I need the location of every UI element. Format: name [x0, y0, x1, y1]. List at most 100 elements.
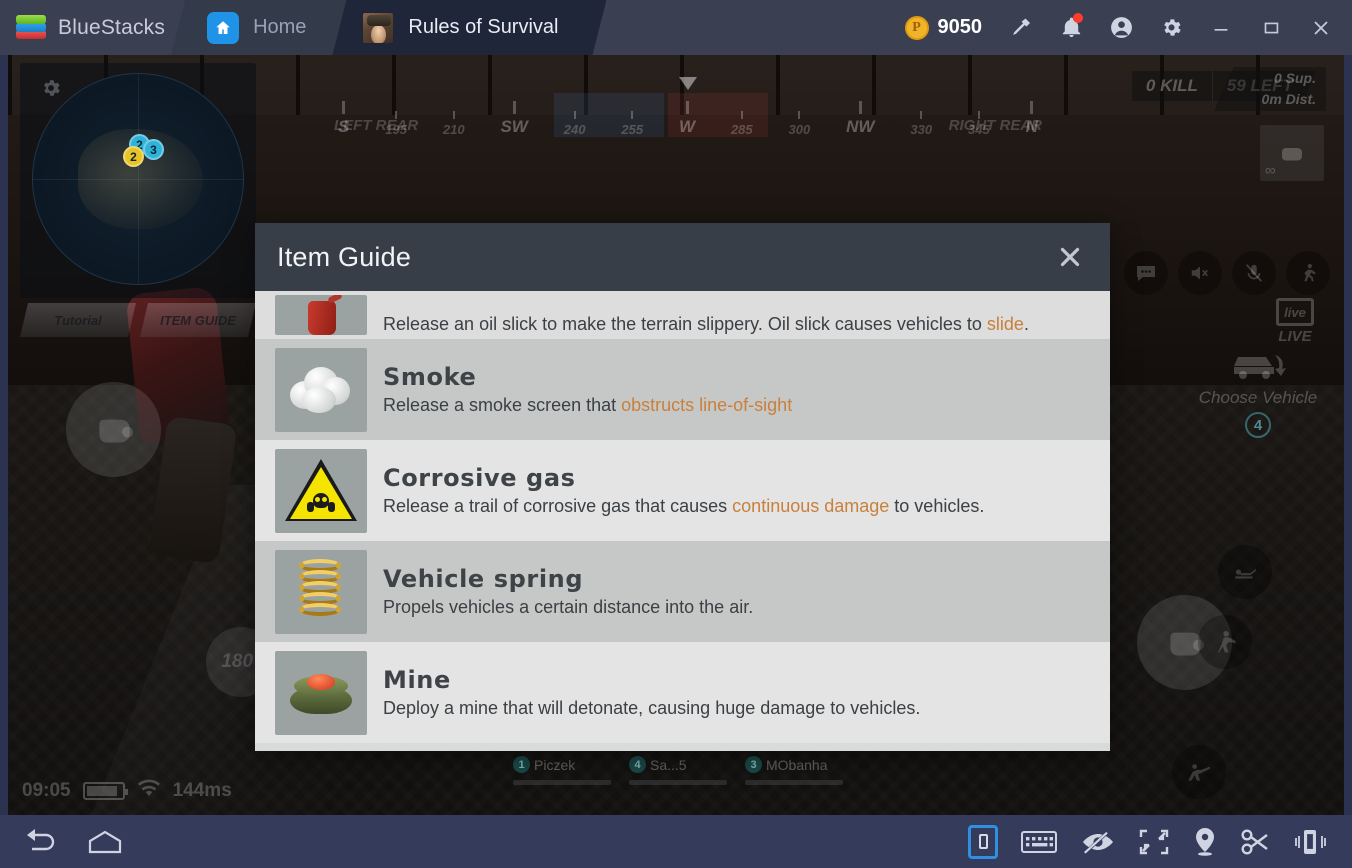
notification-badge [1073, 13, 1083, 23]
location-icon[interactable] [1192, 827, 1218, 857]
crouch-icon[interactable] [1198, 615, 1252, 669]
prone-icon[interactable] [1218, 545, 1272, 599]
tools-icon[interactable] [996, 0, 1046, 55]
coin-balance[interactable]: P 9050 [904, 15, 982, 40]
hud-social-controls[interactable] [1124, 251, 1330, 295]
minimize-button[interactable] [1196, 0, 1246, 55]
compass-ticks: S 195 210 SW 240 255 W 285 300 NW 330 345 N [338, 93, 1038, 137]
list-item-description: Release an oil slick to make the terrain… [383, 314, 1029, 334]
live-stream-badge[interactable]: live LIVE [1276, 298, 1314, 345]
compass-tick-mark [512, 101, 516, 114]
compass-tick-label: SW [500, 117, 528, 136]
sprint-icon[interactable] [1286, 251, 1330, 295]
compass-tick-mark [342, 101, 346, 114]
item-guide-button-label: ITEM GUIDE [160, 312, 236, 328]
close-icon[interactable] [1048, 235, 1092, 279]
minimap-gear-icon[interactable] [40, 77, 62, 104]
page-title: Item Guide [277, 241, 412, 272]
compass-tick: 285 [731, 111, 753, 137]
squad-member-name: Piczek [534, 756, 576, 773]
battery-icon [82, 782, 128, 800]
dialog-header: Item Guide [255, 223, 1110, 291]
squad-member-number: 3 [745, 756, 762, 773]
bluestacks-brand[interactable]: BlueStacks [0, 0, 165, 55]
live-box-label: live [1276, 298, 1314, 326]
bluestacks-titlebar: BlueStacks Home Rules of Survival P 9050 [0, 0, 1352, 55]
microphone-mute-icon[interactable] [1232, 251, 1276, 295]
minimap-pin: 3 [143, 139, 164, 160]
punch-button-left[interactable] [66, 382, 161, 477]
compass-tick-label: NW [846, 117, 875, 136]
coin-icon: P [904, 15, 929, 40]
compass-tick-mark [798, 111, 801, 119]
spring-coil-icon [275, 549, 367, 634]
compass-tick: SW [500, 101, 528, 137]
item-guide-button[interactable]: ITEM GUIDE [140, 303, 256, 337]
compass-tick-mark [740, 111, 743, 119]
shake-device-icon[interactable] [1294, 827, 1326, 857]
squad-member: 4 Sa...5 [629, 756, 727, 785]
list-item[interactable]: Release an oil slick to make the terrain… [255, 291, 1110, 339]
dialog-item-list[interactable]: Release an oil slick to make the terrain… [255, 291, 1110, 751]
list-item[interactable]: Smoke Release a smoke screen that obstru… [255, 339, 1110, 440]
live-text-label: LIVE [1278, 328, 1312, 345]
list-item-description: Release a smoke screen that obstructs li… [383, 395, 793, 415]
compass-right-rear-label: RIGHT REAR [948, 117, 1042, 134]
game-viewport[interactable]: S 195 210 SW 240 255 W 285 300 NW 330 345 N LEFT REA… [8, 55, 1344, 815]
bluestacks-brand-label: BlueStacks [58, 15, 166, 39]
choose-vehicle[interactable]: Choose Vehicle 4 [1178, 345, 1338, 438]
smoke-cloud-icon [275, 347, 367, 432]
hud-weapon-slot[interactable]: ∞ [1260, 125, 1324, 181]
account-icon[interactable] [1096, 0, 1146, 55]
chat-icon[interactable] [1124, 251, 1168, 295]
rotate-screen-icon[interactable] [968, 824, 998, 859]
list-item[interactable]: Corrosive gas Release a trail of corrosi… [255, 440, 1110, 541]
minimap-pin: 2 [123, 146, 144, 167]
hud-kills-value: 0 KILL [1131, 71, 1213, 101]
compass-tick: NW [846, 101, 874, 137]
back-icon[interactable] [22, 827, 60, 857]
home-icon [207, 12, 239, 44]
compass-tick-label: W [678, 117, 696, 136]
speaker-mute-icon[interactable] [1178, 251, 1222, 295]
hazard-gasmask-icon [275, 448, 367, 533]
compass-tick: 300 [789, 111, 810, 137]
bell-icon[interactable] [1046, 0, 1096, 55]
compass-tick: 330 [910, 111, 932, 137]
tab-home-label: Home [253, 16, 307, 38]
gear-icon[interactable] [1146, 0, 1196, 55]
ping-label: 144ms [172, 780, 232, 801]
list-item-title: Corrosive gas [383, 464, 576, 492]
squad-member-name: MObanha [766, 756, 828, 773]
compass-tick-mark [452, 111, 455, 119]
compass-tick-label: 330 [910, 122, 933, 137]
fullscreen-icon[interactable] [1138, 828, 1170, 856]
tab-game-label: Rules of Survival [408, 16, 559, 38]
maximize-button[interactable] [1246, 0, 1296, 55]
squad-member-name: Sa...5 [650, 756, 687, 773]
home-icon[interactable] [86, 828, 124, 856]
close-button[interactable] [1296, 0, 1346, 55]
tutorial-button[interactable]: Tutorial [20, 303, 136, 337]
wifi-icon [137, 779, 161, 803]
aim-icon[interactable] [1172, 745, 1226, 799]
hide-controls-icon[interactable] [1080, 829, 1116, 855]
minimap[interactable]: 2 2 3 [20, 63, 256, 298]
clock-label: 09:05 [22, 780, 71, 801]
tab-home[interactable]: Home [171, 0, 346, 55]
minimap-disc: 2 2 3 [32, 73, 244, 285]
list-item[interactable]: Mine Deploy a mine that will detonate, c… [255, 642, 1110, 743]
screenshot-scissors-icon[interactable] [1240, 828, 1272, 856]
compass-tick-label: 285 [730, 122, 753, 137]
list-item[interactable]: Vehicle spring Propels vehicles a certai… [255, 541, 1110, 642]
squad-member-number: 1 [513, 756, 530, 773]
squad-member: 3 MObanha [745, 756, 843, 785]
hud-ammo-infinite: ∞ [1265, 162, 1276, 179]
squad-member-number: 4 [629, 756, 646, 773]
keyboard-icon[interactable] [1020, 828, 1058, 856]
compass-left-rear-label: LEFT REAR [334, 117, 419, 134]
compass-tick: W [679, 101, 695, 137]
tab-rules-of-survival[interactable]: Rules of Survival [332, 0, 606, 55]
list-item-title: Smoke [383, 363, 477, 391]
choose-vehicle-label: Choose Vehicle [1198, 388, 1318, 407]
